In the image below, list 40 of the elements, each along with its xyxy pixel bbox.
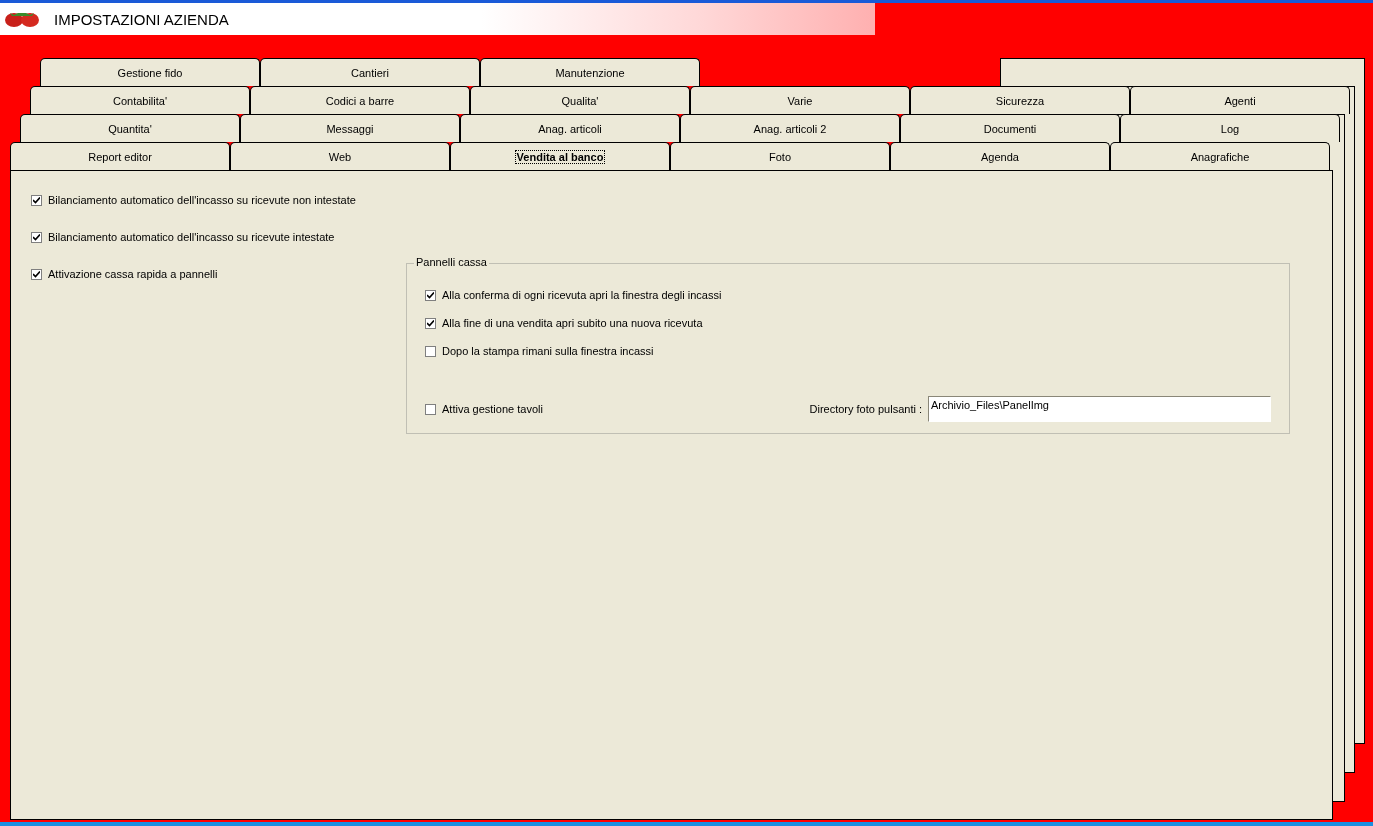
- strawberry-icon: [4, 10, 40, 28]
- tab[interactable]: Qualita': [470, 86, 690, 114]
- checkbox-label: Dopo la stampa rimani sulla finestra incassi: [442, 345, 654, 357]
- group-title: Pannelli cassa: [414, 256, 489, 268]
- tab[interactable]: Web: [230, 142, 450, 170]
- checkbox[interactable]: [31, 194, 42, 206]
- checkbox[interactable]: [31, 268, 42, 280]
- tab[interactable]: Gestione fido: [40, 58, 260, 86]
- checkbox-label: Bilanciamento automatico dell'incasso su ricevute non intestate: [48, 194, 356, 206]
- window-title: IMPOSTAZIONI AZIENDA: [54, 10, 229, 28]
- tab[interactable]: Documenti: [900, 114, 1120, 142]
- tab[interactable]: Messaggi: [240, 114, 460, 142]
- checkbox[interactable]: [425, 403, 436, 415]
- tab[interactable]: Report editor: [10, 142, 230, 170]
- tab[interactable]: Contabilita': [30, 86, 250, 114]
- checkbox-label: Alla fine di una vendita apri subito una nuova ricevuta: [442, 317, 703, 329]
- tab[interactable]: Anag. articoli: [460, 114, 680, 142]
- tab[interactable]: Anagrafiche: [1110, 142, 1330, 170]
- directory-field[interactable]: Archivio_Files\PanelImg: [928, 396, 1271, 422]
- tab[interactable]: Codici a barre: [250, 86, 470, 114]
- tab[interactable]: Cantieri: [260, 58, 480, 86]
- checkbox-label: Alla conferma di ogni ricevuta apri la finestra degli incassi: [442, 289, 722, 301]
- tab[interactable]: Vendita al banco: [450, 142, 670, 171]
- checkbox-label: Attivazione cassa rapida a pannelli: [48, 268, 218, 280]
- checkbox-label: Bilanciamento automatico dell'incasso su ricevute intestate: [48, 231, 335, 243]
- tab[interactable]: Anag. articoli 2: [680, 114, 900, 142]
- tab[interactable]: Log: [1120, 114, 1340, 142]
- tab[interactable]: Agenti: [1130, 86, 1350, 114]
- field-label: Directory foto pulsanti :: [809, 403, 922, 415]
- tab[interactable]: Sicurezza: [910, 86, 1130, 114]
- checkbox-label: Attiva gestione tavoli: [442, 403, 543, 415]
- tab[interactable]: Quantita': [20, 114, 240, 142]
- checkbox[interactable]: [425, 289, 436, 301]
- tab[interactable]: Agenda: [890, 142, 1110, 170]
- tab[interactable]: Manutenzione: [480, 58, 700, 86]
- checkbox[interactable]: [31, 231, 42, 243]
- checkbox[interactable]: [425, 317, 436, 329]
- checkbox[interactable]: [425, 345, 436, 357]
- tab[interactable]: Foto: [670, 142, 890, 170]
- tab[interactable]: Varie: [690, 86, 910, 114]
